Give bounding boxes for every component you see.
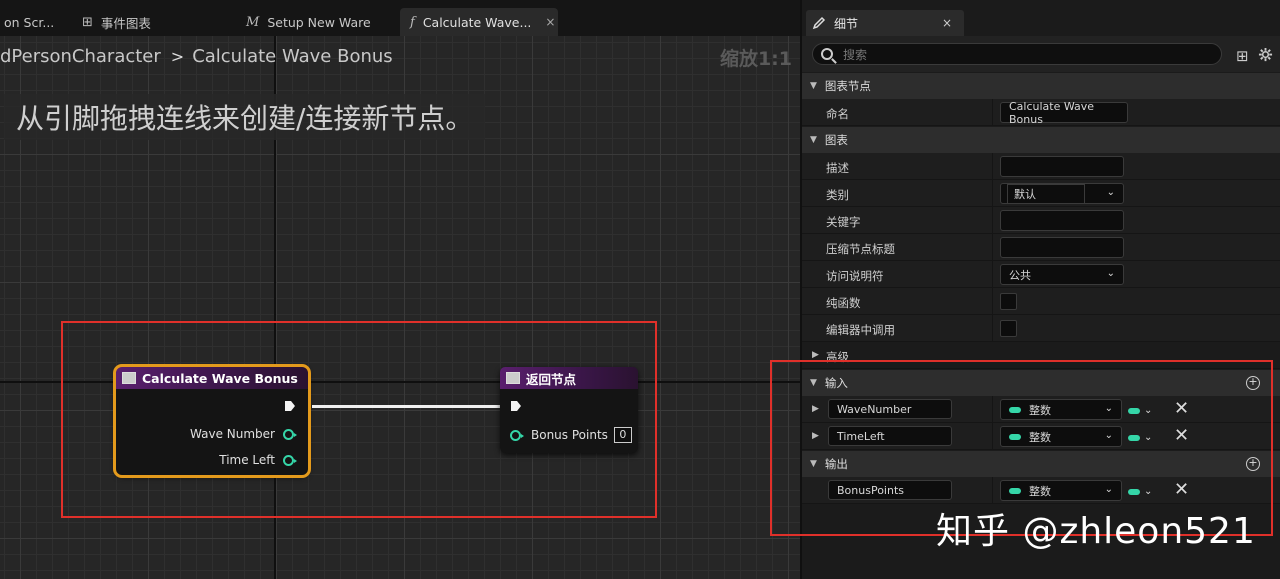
property-label: 编辑器中调用 (826, 323, 895, 337)
integer-pin-icon[interactable] (510, 429, 524, 441)
column-divider (992, 234, 993, 261)
function-icon (122, 372, 136, 384)
property-row-description: 描述 (802, 153, 1280, 180)
category-combo[interactable]: 默认 ⌄ (1000, 183, 1124, 204)
node-name-input[interactable]: Calculate Wave Bonus (1000, 100, 1128, 126)
watermark: 知乎 @zhleon521 (936, 511, 1256, 552)
column-divider (992, 288, 993, 315)
column-divider (992, 153, 993, 180)
tab-label: 事件图表 (100, 15, 151, 31)
breadcrumb-current: Calculate Wave Bonus (192, 45, 393, 67)
details-tab-label: 细节 (834, 16, 859, 31)
event-graph-icon: ⊞ (82, 14, 93, 30)
property-label: 类别 (826, 188, 849, 202)
node-title: 返回节点 (526, 371, 577, 387)
tab-construction-script[interactable]: on Scr... (0, 8, 64, 36)
graph-hint-text: 从引脚拖拽连线来创建/连接新节点。 (4, 94, 486, 140)
tab-calculate-wave-bonus[interactable]: f Calculate Wave... × (400, 8, 558, 36)
property-row-call-in-editor: 编辑器中调用 (802, 315, 1280, 342)
search-placeholder: 搜索 (843, 47, 868, 62)
node-header: 返回节点 (500, 367, 638, 389)
property-label: 访问说明符 (826, 269, 884, 283)
section-title: 图表节点 (824, 79, 871, 93)
chevron-right-icon: ▶ (812, 350, 819, 360)
integer-pin-icon[interactable] (283, 428, 297, 440)
breadcrumb-separator-icon: > (170, 46, 185, 66)
chevron-down-icon: ⌄ (1106, 187, 1115, 198)
property-row-compact-title: 压缩节点标题 (802, 234, 1280, 261)
chevron-down-icon: ⌄ (1106, 268, 1115, 279)
zoom-level: 缩放1:1 (719, 48, 792, 70)
details-search-row: 搜索 ⊞ (802, 36, 1280, 72)
tab-label: Calculate Wave... (422, 14, 532, 30)
pencil-icon (812, 16, 826, 30)
property-row-access-specifier: 访问说明符 公共 ⌄ (802, 261, 1280, 288)
tab-event-graph[interactable]: ⊞ 事件图表 (72, 8, 222, 36)
property-row-keywords: 关键字 (802, 207, 1280, 234)
node-header: Calculate Wave Bonus (116, 367, 308, 389)
keywords-input[interactable] (1000, 210, 1124, 231)
pin-label: Bonus Points (531, 428, 608, 442)
property-label: 纯函数 (826, 296, 861, 310)
compact-title-input[interactable] (1000, 237, 1124, 258)
integer-pin-icon[interactable] (283, 454, 297, 466)
function-icon (506, 372, 520, 384)
column-divider (992, 207, 993, 234)
blueprint-graph-canvas[interactable]: dPersonCharacter > Calculate Wave Bonus … (0, 36, 800, 579)
section-graph-node[interactable]: ▼ 图表节点 (802, 73, 1280, 99)
property-label: 命名 (826, 107, 849, 121)
chevron-down-icon: ▼ (810, 135, 817, 145)
tab-label: on Scr... (4, 14, 55, 30)
output-pin-wave-number[interactable]: Wave Number (190, 427, 297, 441)
column-divider (992, 180, 993, 207)
table-view-icon[interactable]: ⊞ (1236, 47, 1249, 65)
details-tab[interactable]: 细节 × (806, 10, 964, 36)
property-row-pure: 纯函数 (802, 288, 1280, 315)
return-node[interactable]: 返回节点 Bonus Points 0 (500, 367, 638, 453)
function-icon: f (410, 14, 415, 30)
access-value: 公共 (1009, 268, 1031, 282)
pin-default-value-input[interactable]: 0 (613, 427, 632, 443)
pin-label: Time Left (219, 453, 275, 467)
function-entry-node[interactable]: Calculate Wave Bonus Wave Number Time Le… (113, 364, 311, 478)
column-divider (992, 315, 993, 342)
category-value[interactable]: 默认 (1007, 183, 1085, 204)
input-pin-bonus-points[interactable]: Bonus Points 0 (510, 427, 632, 443)
section-title: 图表 (824, 133, 848, 147)
pin-label: Wave Number (190, 427, 275, 441)
output-pin-time-left[interactable]: Time Left (219, 453, 297, 467)
breadcrumb: dPersonCharacter > Calculate Wave Bonus (0, 42, 393, 70)
exec-wire[interactable] (312, 405, 506, 408)
property-label: 压缩节点标题 (826, 242, 895, 256)
exec-output-pin-icon[interactable] (284, 400, 296, 412)
description-input[interactable] (1000, 156, 1124, 177)
close-icon[interactable]: × (545, 15, 555, 29)
close-icon[interactable]: × (942, 16, 952, 30)
access-specifier-dropdown[interactable]: 公共 ⌄ (1000, 264, 1124, 285)
call-in-editor-checkbox[interactable] (1000, 320, 1017, 337)
property-row-name: 命名 Calculate Wave Bonus (802, 99, 1280, 126)
document-tab-bar: on Scr... ⊞ 事件图表 M Setup New Ware f Calc… (0, 0, 800, 36)
property-label: 关键字 (826, 215, 861, 229)
column-divider (992, 99, 993, 126)
column-divider (992, 261, 993, 288)
node-title: Calculate Wave Bonus (142, 370, 298, 386)
tab-label: Setup New Ware (267, 14, 371, 30)
tab-setup-new-ware[interactable]: M Setup New Ware (236, 8, 396, 36)
property-label: 描述 (826, 161, 849, 175)
section-graph[interactable]: ▼ 图表 (802, 127, 1280, 153)
property-row-category: 类别 默认 ⌄ (802, 180, 1280, 207)
macro-icon: M (246, 14, 260, 30)
gear-icon[interactable] (1258, 47, 1273, 62)
details-search-input[interactable]: 搜索 (812, 43, 1222, 65)
search-icon (821, 48, 833, 60)
exec-input-pin-icon[interactable] (510, 400, 522, 412)
breadcrumb-parent[interactable]: dPersonCharacter (0, 46, 161, 67)
chevron-down-icon: ▼ (810, 81, 817, 91)
pure-checkbox[interactable] (1000, 293, 1017, 310)
